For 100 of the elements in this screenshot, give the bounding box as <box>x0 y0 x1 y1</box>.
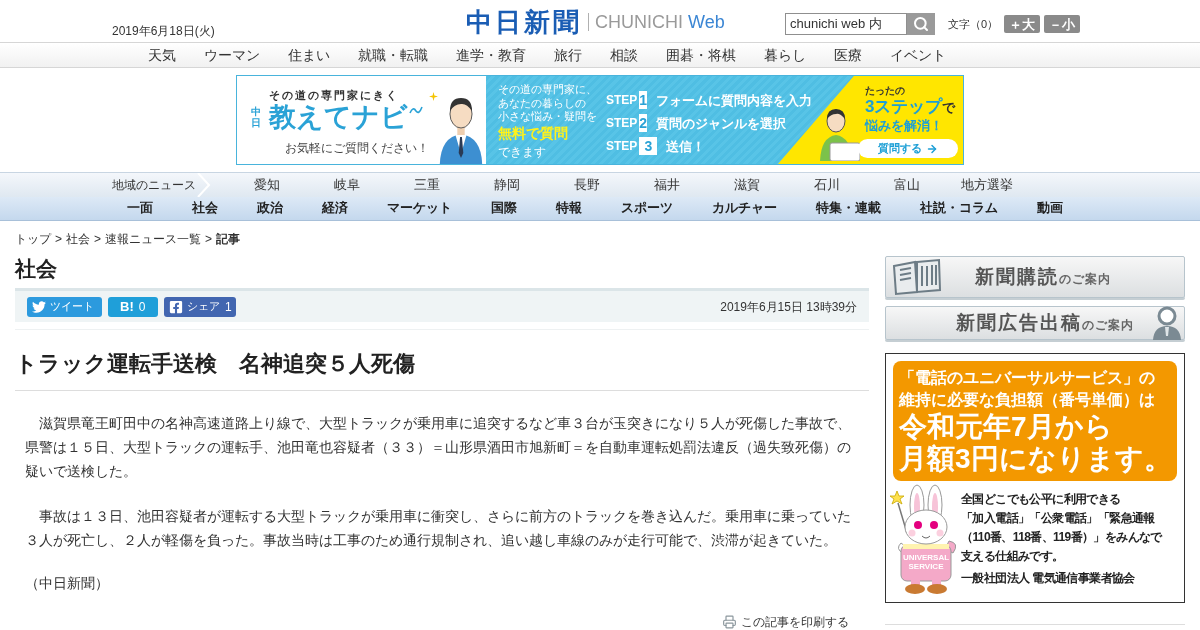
breadcrumb-current: 記事 <box>216 232 241 247</box>
category-link[interactable]: 政治 <box>257 199 283 218</box>
category-link[interactable]: 特集・連載 <box>816 199 881 218</box>
ad-sponsor: 一般社団法人 電気通信事業者協会 <box>961 570 1136 586</box>
nav-link[interactable]: 天気 <box>148 46 176 64</box>
text-size-label: 文字（0） <box>948 16 999 32</box>
site-logo[interactable]: 中日新聞 <box>466 9 582 35</box>
region-link[interactable]: 長野 <box>547 175 627 195</box>
article-paragraph: 滋賀県竜王町田中の名神高速道路上り線で、大型トラックが乗用車に追突するなど車３台が玉突きになり５人が死傷した事故で、県警は１５日、大型トラックの運転手、池田竜也容疑者（３３）＝山形県酒田市旭新町＝を自動車運転処罰法違反（過失致死傷）の疑いで送検した。 <box>25 414 852 481</box>
region-link[interactable]: 福井 <box>627 175 707 195</box>
nav-link[interactable]: 就職・転職 <box>358 46 428 64</box>
print-link[interactable]: この記事を印刷する <box>722 615 849 629</box>
bubble-headline: 月額3円になります。 <box>899 443 1171 475</box>
person-with-laptop-drawing <box>818 107 860 161</box>
region-link[interactable]: 地方選挙 <box>947 175 1027 195</box>
breadcrumb-separator: > <box>94 232 102 247</box>
category-link[interactable]: 社説・コラム <box>920 199 998 218</box>
category-link[interactable]: 一面 <box>127 199 153 218</box>
article-title: トラック運転手送検 名神追突５人死傷 <box>15 350 869 391</box>
nav-link[interactable]: 医療 <box>834 46 862 64</box>
region-link[interactable]: 石川 <box>787 175 867 195</box>
advertise-banner[interactable]: 新聞広告出稿のご案内 <box>885 306 1185 340</box>
search-icon <box>913 16 929 32</box>
chevron-icon <box>197 173 211 197</box>
category-link[interactable]: 動画 <box>1037 199 1063 218</box>
service-ad[interactable]: 「電話のユニバーサルサービス」の 維持に必要な負担額（番号単価）は 令和元年7月から 月額3円になります。 UNIVERSAL SERVICE 全国どこでも公平に利用できる 「加入電話」「公衆電話」「緊急通報 （110番、118番、119番）」をみんなで 支える仕組みです。 一般社団法人 電気通信事業者協会 <box>885 353 1185 603</box>
promo-lead: たったの <box>864 85 906 97</box>
category-link[interactable]: 特報 <box>556 199 582 218</box>
site-logo-subtitle: CHUNICHI Web <box>595 13 725 31</box>
nav-link[interactable]: 住まい <box>288 46 330 64</box>
breadcrumb-link[interactable]: 社会 <box>66 232 90 247</box>
swoosh-icon <box>409 105 423 115</box>
category-link[interactable]: スポーツ <box>621 199 673 218</box>
step-number: 1 <box>639 91 648 109</box>
open-book-icon <box>891 258 943 296</box>
nav-link[interactable]: ウーマン <box>204 46 260 64</box>
region-link[interactable]: 岐阜 <box>307 175 387 195</box>
mascot-label: UNIVERSAL SERVICE <box>901 553 951 571</box>
category-link[interactable]: カルチャー <box>712 199 777 218</box>
region-link[interactable]: 愛知 <box>227 175 307 195</box>
article-paragraph: 事故は１３日、池田容疑者が運転する大型トラックが乗用車に衝突し、さらに前方のトラックを巻き込んだ。乗用車に乗っていた３人が死亡し、２人が軽傷を負った。事故当時は工事のため通行規制され、追い越し車線のみが走行可能で、渋滞が起きていた。 <box>25 507 852 550</box>
ad-body-text: 全国どこでも公平に利用できる <box>961 491 1122 508</box>
region-nav-title: 地域のニュース <box>112 177 197 194</box>
step-label: STEP <box>606 117 638 129</box>
arrow-right-icon <box>926 142 938 155</box>
promo-result: 悩みを解消！ <box>863 118 944 134</box>
section-title: 社会 <box>15 256 58 282</box>
region-link[interactable]: 三重 <box>387 175 467 195</box>
step-number: 2 <box>639 114 648 132</box>
f-logo-icon <box>169 299 183 314</box>
ad-body-text: 「加入電話」「公衆電話」「緊急通報 <box>961 510 1156 527</box>
step-text: 送信！ <box>666 139 706 153</box>
article-source: （中日新聞） <box>25 574 110 593</box>
subscribe-banner[interactable]: 新聞購読のご案内 <box>885 256 1185 298</box>
printer-icon <box>722 615 737 629</box>
banner-title: 新聞購読のご案内 <box>975 264 1111 289</box>
ad-brand-small: 中日 <box>251 106 261 128</box>
nav-link[interactable]: イベント <box>890 46 946 64</box>
sparkle-icon <box>429 92 438 101</box>
nav-link[interactable]: 囲碁・将棋 <box>666 46 736 64</box>
category-link[interactable]: 社会 <box>192 199 218 218</box>
ad-intro-text: その道の専門家に、 <box>498 83 598 97</box>
ad-intro-text: あなたの暮らしの <box>498 96 587 110</box>
ad-body-text: （110番、118番、119番）」をみんなで <box>961 529 1162 546</box>
bubble-headline: 令和元年7月から <box>899 411 1114 443</box>
nav-link[interactable]: 旅行 <box>554 46 582 64</box>
article-timestamp: 2019年6月15日 13時39分 <box>720 298 857 316</box>
category-link[interactable]: 国際 <box>491 199 517 218</box>
promo-headline: 3ステップで <box>864 97 957 118</box>
region-link[interactable]: 滋賀 <box>707 175 787 195</box>
bird-icon <box>32 299 46 314</box>
step-text: フォームに質問内容を入力 <box>656 93 813 107</box>
nav-link[interactable]: 暮らし <box>764 46 806 64</box>
breadcrumb-link[interactable]: 速報ニュース一覧 <box>105 232 202 247</box>
ad-intro-text: 小さな悩み・疑問を <box>498 110 598 124</box>
search-button[interactable] <box>907 13 935 35</box>
nav-link[interactable]: 進学・教育 <box>456 46 526 64</box>
nav-link[interactable]: 相談 <box>610 46 638 64</box>
share-button[interactable]: シェア 1 <box>164 296 236 317</box>
ad-body-text: 支える仕組みです。 <box>961 548 1065 565</box>
region-link[interactable]: 富山 <box>867 175 947 195</box>
category-link[interactable]: マーケット <box>387 199 452 218</box>
bubble-text: 維持に必要な負担額（番号単価）は <box>899 390 1156 411</box>
step-number: 3 <box>639 137 658 155</box>
person-icon <box>1152 306 1182 340</box>
ad-highlight: 無料で質問 <box>498 123 569 142</box>
breadcrumb-separator: > <box>55 232 62 247</box>
search-field[interactable]: chunichi web 内 <box>785 13 907 35</box>
region-link[interactable]: 静岡 <box>467 175 547 195</box>
step-text: 質問のジャンルを選択 <box>656 116 787 130</box>
ad-note: お気軽にご質問ください！ <box>284 141 429 155</box>
step-label: STEP <box>606 140 638 152</box>
current-date: 2019年6月18日(火) <box>112 24 215 38</box>
ad-intro-text: できます <box>498 144 547 159</box>
step-label: STEP <box>606 94 638 106</box>
breadcrumb-link[interactable]: トップ <box>15 232 51 247</box>
category-link[interactable]: 経済 <box>322 199 348 218</box>
banner-title: 新聞広告出稿のご案内 <box>956 310 1134 335</box>
ad-tagline: その道の専門家にきく <box>268 88 400 102</box>
bubble-text: 「電話のユニバーサルサービス」の <box>899 368 1156 388</box>
